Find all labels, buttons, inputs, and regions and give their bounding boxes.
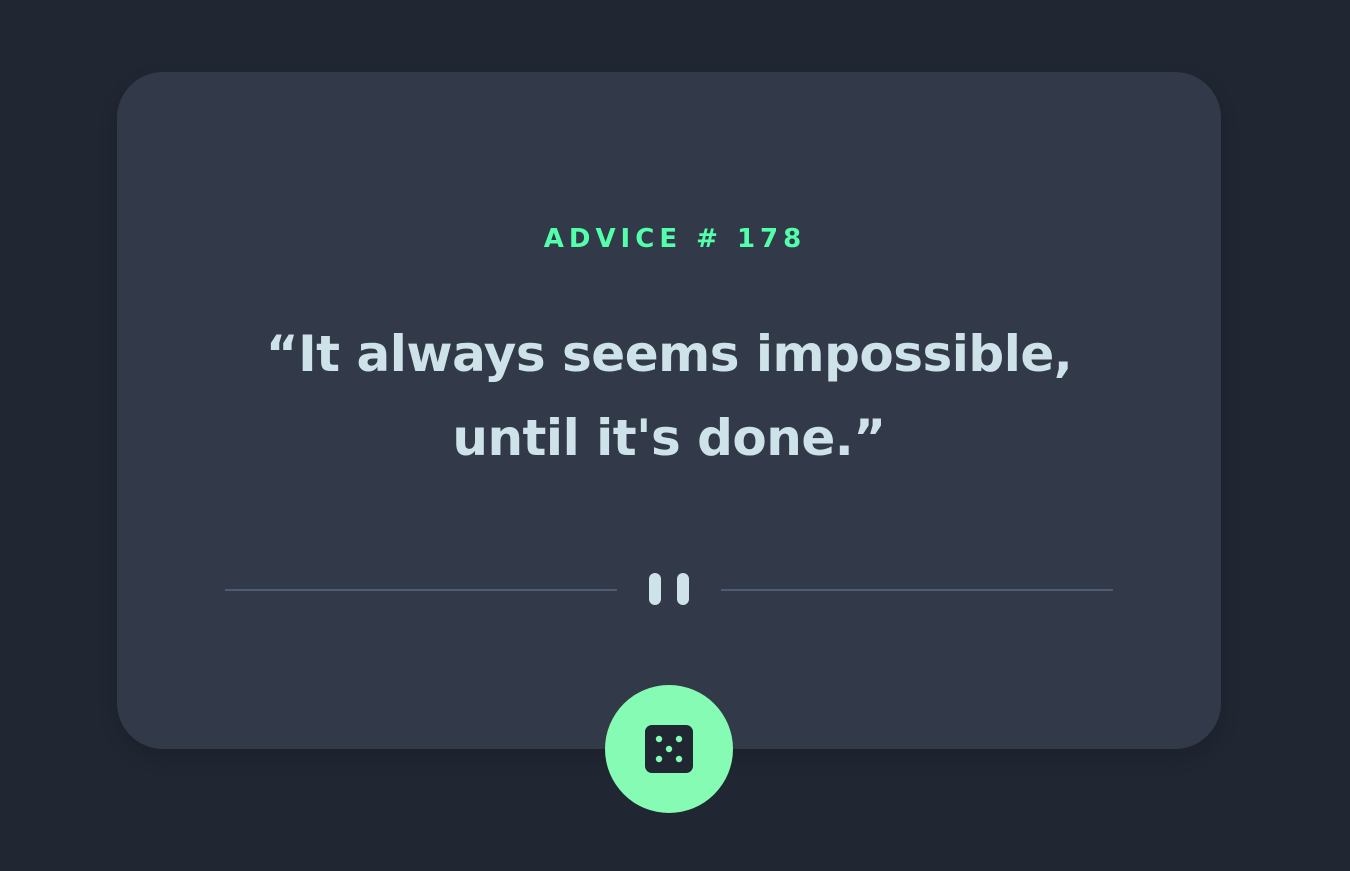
pause-icon-bar-left <box>649 573 661 605</box>
pause-icon-bar-right <box>677 573 689 605</box>
advice-quote: “It always seems impossible, until it's … <box>265 325 1073 467</box>
dice-icon <box>645 725 693 773</box>
new-advice-button[interactable] <box>605 685 733 813</box>
divider-line-left <box>225 589 617 591</box>
divider-line-right <box>721 589 1113 591</box>
advice-number: ADVICE # 178 <box>543 224 807 254</box>
